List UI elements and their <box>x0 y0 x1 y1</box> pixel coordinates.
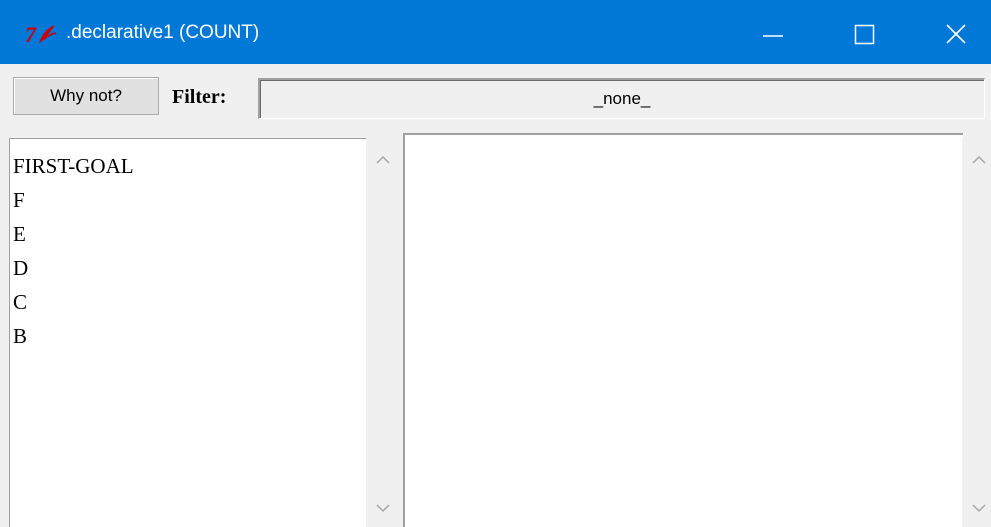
minimize-icon <box>763 35 783 37</box>
scroll-down-button[interactable] <box>962 494 991 524</box>
chevron-up-icon <box>376 155 390 164</box>
list-item[interactable]: B <box>13 319 134 353</box>
list-item[interactable]: F <box>13 183 134 217</box>
why-not-button[interactable]: Why not? <box>13 77 159 115</box>
goal-list-scrollbar[interactable] <box>366 138 400 527</box>
close-icon <box>946 24 966 44</box>
filter-input[interactable] <box>258 78 985 119</box>
chevron-up-icon <box>972 155 986 164</box>
goal-list: FIRST-GOAL F E D C B <box>13 149 134 353</box>
details-text-area[interactable] <box>403 133 963 527</box>
list-item[interactable]: D <box>13 251 134 285</box>
list-item[interactable]: FIRST-GOAL <box>13 149 134 183</box>
window-title: .declarative1 (COUNT) <box>66 22 260 43</box>
chevron-down-icon <box>376 504 390 513</box>
declarative-window: 7 .declarative1 (COUNT) Why not? Filter: <box>0 0 991 527</box>
tk-feather-icon: 7 <box>25 22 57 46</box>
svg-text:7: 7 <box>25 22 37 46</box>
filter-label: Filter: <box>172 86 227 108</box>
scroll-down-button[interactable] <box>366 494 400 524</box>
scroll-up-button[interactable] <box>366 144 400 174</box>
minimize-button[interactable] <box>742 0 804 64</box>
close-button[interactable] <box>926 0 988 64</box>
chevron-down-icon <box>972 504 986 513</box>
title-bar[interactable]: 7 .declarative1 (COUNT) <box>0 0 991 64</box>
details-scrollbar[interactable] <box>962 138 991 527</box>
goal-listbox[interactable]: FIRST-GOAL F E D C B <box>9 138 366 527</box>
maximize-icon <box>854 24 875 45</box>
scroll-up-button[interactable] <box>962 144 991 174</box>
list-item[interactable]: C <box>13 285 134 319</box>
maximize-button[interactable] <box>834 0 896 64</box>
list-item[interactable]: E <box>13 217 134 251</box>
